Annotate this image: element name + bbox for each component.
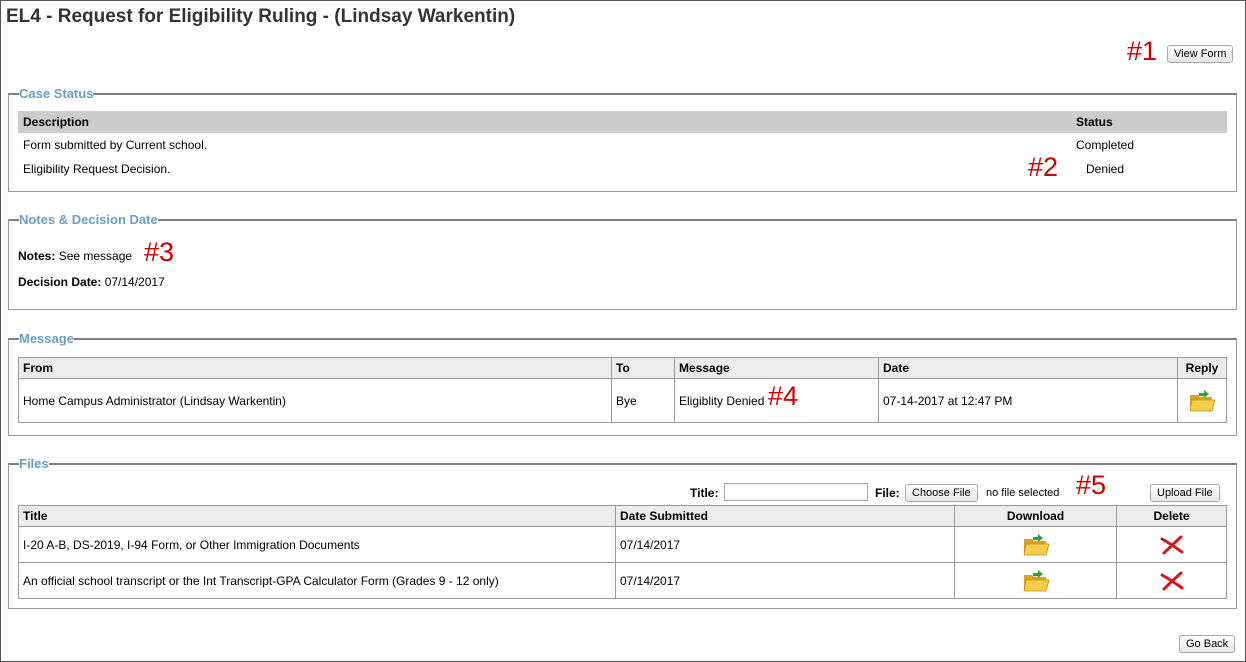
title-label: Title: — [690, 486, 719, 500]
notes-label: Notes: — [18, 249, 56, 263]
files-legend: Files — [19, 456, 49, 471]
decision-date-label: Decision Date: — [18, 275, 102, 289]
notes-section: Notes & Decision Date — [8, 212, 1237, 310]
annotation-3: #3 — [144, 237, 175, 267]
status-description: Eligibility Request Decision. — [23, 162, 171, 176]
status-description: Form submitted by Current school. — [23, 138, 208, 152]
go-back-button[interactable]: Go Back — [1179, 635, 1236, 653]
table-row: Home Campus Administrator (Lindsay Warke… — [18, 378, 1227, 423]
date-submitted-header: Date Submitted — [615, 505, 955, 527]
decision-date-value: 07/14/2017 — [104, 275, 165, 289]
table-header-row: From To Message Date Reply — [18, 357, 1227, 379]
download-cell — [954, 526, 1117, 563]
table-row: I-20 A-B, DS-2019, I-94 Form, or Other I… — [18, 526, 1227, 563]
file-label: File: — [875, 486, 900, 500]
file-title-header: Title — [18, 505, 616, 527]
red-x-icon[interactable] — [1159, 534, 1185, 556]
file-title: An official school transcript or the Int… — [18, 562, 616, 599]
notes-legend: Notes & Decision Date — [19, 212, 158, 227]
from-header: From — [18, 357, 612, 379]
description-header: Description — [18, 111, 1076, 133]
status-value: Completed — [1076, 138, 1135, 152]
case-status-legend: Case Status — [19, 86, 94, 101]
red-x-icon[interactable] — [1159, 570, 1185, 592]
folder-icon[interactable] — [1022, 533, 1050, 557]
message-from: Home Campus Administrator (Lindsay Warke… — [18, 378, 612, 423]
annotation-1: #1 — [1127, 36, 1158, 66]
table-row: An official school transcript or the Int… — [18, 562, 1227, 599]
title-input[interactable] — [724, 483, 868, 501]
folder-icon[interactable] — [1022, 569, 1050, 593]
download-header: Download — [954, 505, 1117, 527]
annotation-2: #2 — [1028, 152, 1059, 182]
delete-cell — [1116, 562, 1227, 599]
delete-header: Delete — [1116, 505, 1227, 527]
message-header: Message — [674, 357, 879, 379]
choose-file-button[interactable]: Choose File — [905, 484, 978, 502]
file-title: I-20 A-B, DS-2019, I-94 Form, or Other I… — [18, 526, 616, 563]
annotation-5: #5 — [1076, 470, 1107, 500]
date-header: Date — [878, 357, 1178, 379]
notes-value: See message — [58, 249, 133, 263]
annotation-4: #4 — [768, 381, 799, 411]
message-legend: Message — [19, 331, 74, 346]
delete-cell — [1116, 526, 1227, 563]
view-form-button[interactable]: View Form — [1167, 45, 1234, 63]
to-header: To — [611, 357, 675, 379]
file-date: 07/14/2017 — [615, 526, 955, 563]
status-value: Denied — [1086, 162, 1125, 176]
table-header-row: Description Status — [18, 111, 1227, 133]
decision-date-line: Decision Date: 07/14/2017 — [18, 275, 165, 289]
files-table: Title Date Submitted Download Delete I-2… — [18, 505, 1227, 599]
message-table: From To Message Date Reply Home Campus A… — [18, 357, 1227, 423]
page-title: EL4 - Request for Eligibility Ruling - (… — [6, 6, 516, 27]
folder-icon[interactable] — [1188, 389, 1216, 413]
file-date: 07/14/2017 — [615, 562, 955, 599]
table-header-row: Title Date Submitted Download Delete — [18, 505, 1227, 527]
upload-file-button[interactable]: Upload File — [1150, 484, 1220, 502]
status-header: Status — [1076, 111, 1227, 133]
notes-line: Notes: See message — [18, 249, 132, 263]
reply-header: Reply — [1177, 357, 1227, 379]
message-date: 07-14-2017 at 12:47 PM — [878, 378, 1178, 423]
reply-cell — [1177, 378, 1227, 423]
download-cell — [954, 562, 1117, 599]
no-file-text: no file selected — [986, 487, 1060, 499]
message-to: Bye — [611, 378, 675, 423]
